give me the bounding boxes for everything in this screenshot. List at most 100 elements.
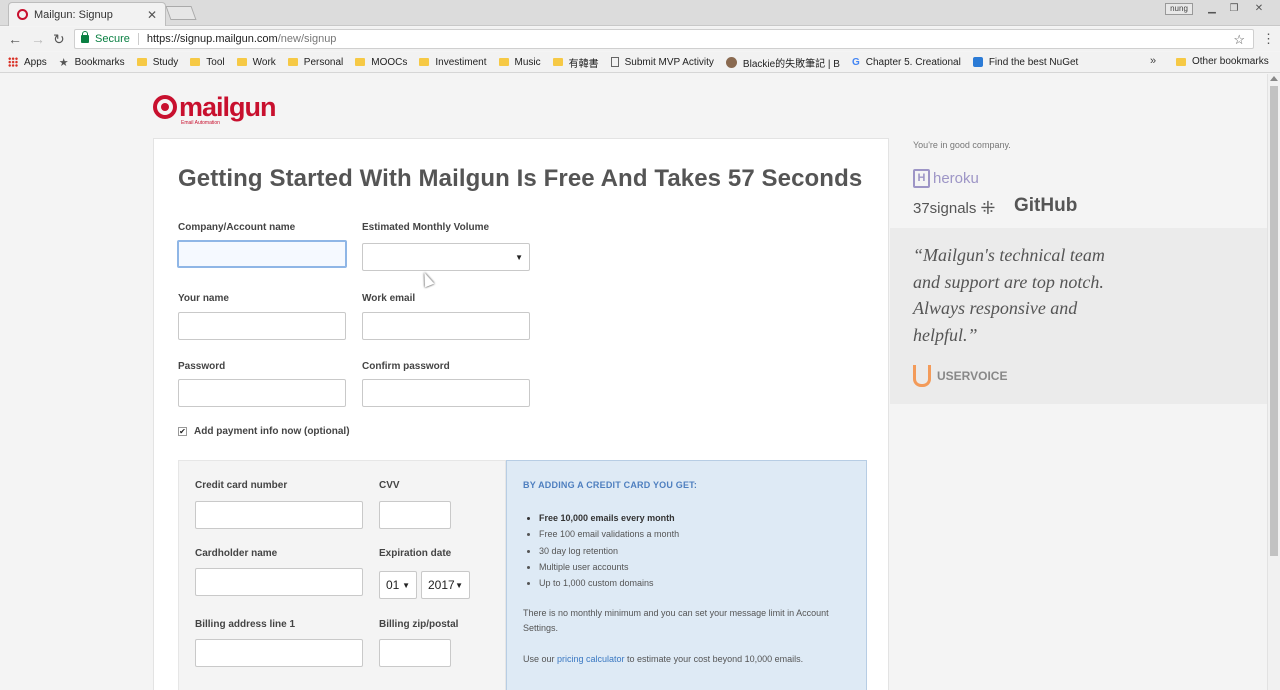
37signals-logo: 37signals ⁜ xyxy=(913,198,996,218)
address-bar-row: ← → ↻ Secure https://signup.mailgun.com … xyxy=(0,27,1280,51)
benefit-item: Free 10,000 emails every month xyxy=(539,513,679,529)
volume-select[interactable]: ▼ xyxy=(362,243,530,271)
volume-label: Estimated Monthly Volume xyxy=(362,222,490,233)
minimize-icon[interactable]: ▁ xyxy=(1202,2,1222,15)
cardholder-input[interactable] xyxy=(195,568,363,596)
cvv-input[interactable] xyxy=(379,501,451,529)
email-label: Work email xyxy=(362,293,416,304)
bookmark-tool[interactable]: Tool xyxy=(190,57,225,68)
uservoice-icon xyxy=(913,365,931,387)
bookmarks-overflow-icon[interactable]: » xyxy=(1150,55,1156,67)
expiry-month-value: 01 xyxy=(386,578,400,592)
lock-icon xyxy=(81,31,89,43)
email-input[interactable] xyxy=(362,312,530,340)
bookmark-investiment[interactable]: Investiment xyxy=(419,57,487,68)
card-number-label: Credit card number xyxy=(195,480,288,491)
name-label: Your name xyxy=(178,293,229,304)
payment-form: Credit card number CVV Cardholder name E… xyxy=(178,460,506,690)
bookmark-work[interactable]: Work xyxy=(236,57,276,68)
back-icon[interactable]: ← xyxy=(8,31,22,47)
bookmark-bookmarks[interactable]: ★ Bookmarks xyxy=(59,56,125,69)
uservoice-logo: USERVOICE xyxy=(913,365,1007,387)
folder-icon xyxy=(1176,57,1186,66)
company-input[interactable] xyxy=(177,240,347,268)
expiry-month-select[interactable]: 01 ▼ xyxy=(379,571,417,599)
logo-wordmark: mailgun xyxy=(179,92,277,122)
name-input[interactable] xyxy=(178,312,346,340)
bookmarks-bar: Apps ★ Bookmarks Study Tool Work Personal… xyxy=(0,52,1280,73)
bookmark-books[interactable]: 有韓書 xyxy=(552,55,599,70)
testimonial-quote: “Mailgun's technical team and support ar… xyxy=(913,245,1105,345)
card-number-input[interactable] xyxy=(195,501,363,529)
heroku-icon: H xyxy=(913,169,930,188)
maximize-icon[interactable]: ❐ xyxy=(1224,2,1244,15)
bookmark-submit-mvp[interactable]: Submit MVP Activity xyxy=(610,57,714,68)
google-icon: G xyxy=(851,56,860,68)
testimonial: “Mailgun's technical team and support ar… xyxy=(890,228,1267,404)
bookmark-blackie[interactable]: Blackie的失敗筆記 | B xyxy=(725,55,840,70)
bookmark-star-icon[interactable]: ☆ xyxy=(1233,32,1245,48)
billing-zip-input[interactable] xyxy=(379,639,451,667)
billing-address-input[interactable] xyxy=(195,639,363,667)
browser-tab[interactable]: Mailgun: Signup ✕ xyxy=(8,2,166,26)
billing-address-label: Billing address line 1 xyxy=(195,619,296,630)
bookmark-other[interactable]: Other bookmarks xyxy=(1176,56,1269,67)
pricing-calculator-link[interactable]: pricing calculator xyxy=(557,654,625,664)
logo-tagline: Email Automation xyxy=(181,120,220,126)
folder-icon xyxy=(190,58,201,66)
secure-label: Secure xyxy=(95,33,139,45)
folder-icon xyxy=(498,58,509,66)
bookmark-apps[interactable]: Apps xyxy=(8,57,47,68)
password-label: Password xyxy=(178,361,226,372)
heroku-logo: H heroku xyxy=(913,169,979,188)
company-label: Company/Account name xyxy=(178,222,296,233)
cvv-label: CVV xyxy=(379,480,400,491)
star-icon: ★ xyxy=(58,56,69,69)
scroll-up-icon[interactable] xyxy=(1270,76,1278,81)
benefit-item: Multiple user accounts xyxy=(539,562,679,578)
expiry-year-value: 2017 xyxy=(428,578,455,592)
payment-checkbox-label: Add payment info now (optional) xyxy=(194,426,350,437)
benefit-item: Up to 1,000 custom domains xyxy=(539,578,679,594)
tab-close-icon[interactable]: ✕ xyxy=(147,8,157,22)
page-scrollbar[interactable] xyxy=(1267,74,1280,690)
password-input[interactable] xyxy=(178,379,346,407)
mailgun-logo[interactable]: mailgun Email Automation xyxy=(153,90,277,126)
page-content: mailgun Email Automation Getting Started… xyxy=(0,74,1280,690)
avatar-icon xyxy=(725,56,737,68)
url-field[interactable]: Secure https://signup.mailgun.com /new/s… xyxy=(74,29,1254,49)
browser-menu-icon[interactable]: ⋮ xyxy=(1262,31,1275,47)
folder-icon xyxy=(236,58,247,66)
close-window-icon[interactable]: ✕ xyxy=(1249,2,1269,15)
expiry-year-select[interactable]: 2017 ▼ xyxy=(421,571,470,599)
payment-toggle[interactable]: ✔ Add payment info now (optional) xyxy=(178,426,350,437)
bookmark-music[interactable]: Music xyxy=(498,57,541,68)
benefits-title: BY ADDING A CREDIT CARD YOU GET: xyxy=(523,480,698,490)
expiry-label: Expiration date xyxy=(379,548,452,559)
confirm-password-input[interactable] xyxy=(362,379,530,407)
chevron-down-icon: ▼ xyxy=(455,581,463,590)
apps-grid-icon xyxy=(8,57,18,67)
payment-checkbox[interactable]: ✔ xyxy=(178,427,187,436)
bookmark-personal[interactable]: Personal xyxy=(287,57,343,68)
scrollbar-thumb[interactable] xyxy=(1270,86,1278,556)
new-tab-button[interactable] xyxy=(165,6,197,20)
reload-icon[interactable]: ↻ xyxy=(53,31,65,48)
signup-card: Getting Started With Mailgun Is Free And… xyxy=(153,138,889,690)
url-host: https://signup.mailgun.com xyxy=(146,33,278,45)
bookmark-moocs[interactable]: MOOCs xyxy=(355,57,407,68)
confirm-password-label: Confirm password xyxy=(362,361,450,372)
benefits-note: There is no monthly minimum and you can … xyxy=(523,608,829,633)
folder-icon xyxy=(419,58,430,66)
github-logo: GitHub xyxy=(1014,195,1078,216)
mailgun-at-icon xyxy=(153,95,177,119)
benefits-calculator-note: Use our pricing calculator to estimate y… xyxy=(523,654,804,664)
page-title: Getting Started With Mailgun Is Free And… xyxy=(178,165,863,192)
profile-badge[interactable]: nung xyxy=(1165,3,1193,15)
billing-zip-label: Billing zip/postal xyxy=(379,619,459,630)
url-path: /new/signup xyxy=(277,33,337,45)
forward-icon[interactable]: → xyxy=(31,31,45,47)
bookmark-nuget[interactable]: Find the best NuGet xyxy=(972,57,1078,68)
bookmark-chapter5[interactable]: G Chapter 5. Creational xyxy=(852,57,961,68)
bookmark-study[interactable]: Study xyxy=(136,57,178,68)
